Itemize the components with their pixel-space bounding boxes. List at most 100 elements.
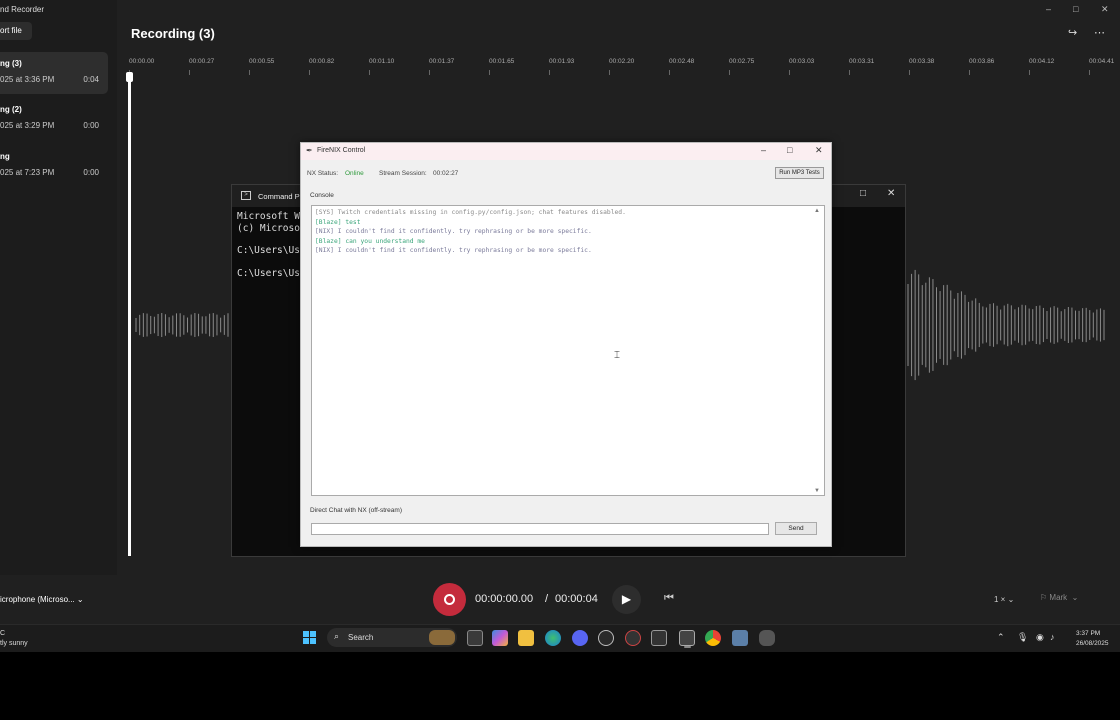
taskbar-date[interactable]: 26/08/2025 [1076,640,1109,647]
timeline-tick-mark [369,70,370,75]
terminal-icon: > [241,191,251,200]
timeline-tick-label: 00:02.75 [729,58,755,65]
copilot-icon[interactable] [492,630,508,646]
nix-minimize-icon[interactable]: – [761,145,766,155]
recording-date: 025 at 3:36 PM [0,75,55,84]
timeline-tick-label: 00:01.93 [549,58,575,65]
timeline-tick-label: 00:03.86 [969,58,995,65]
timeline-tick-mark [789,70,790,75]
nix-close-icon[interactable]: ✕ [815,145,823,156]
skip-to-start-icon[interactable]: ⏮ [664,592,674,605]
playback-speed-select[interactable]: 1 × ⌄ [994,595,1014,604]
timeline-tick-mark [309,70,310,75]
chrome-icon[interactable] [705,630,721,646]
timeline-ruler[interactable]: 00:00.00 00:00.27 00:00.55 00:00.82 00:01.10… [128,56,1118,78]
stream-session-label: Stream Session: [379,170,427,177]
cmd-maximize-icon[interactable]: □ [860,188,866,199]
direct-chat-input[interactable] [311,523,769,535]
cmd-output-line: C:\Users\Use [237,268,306,279]
recording-duration: 0:04 [83,75,99,84]
current-time: 00:00:00.00 [475,593,534,605]
microphone-tray-icon[interactable]: 🎙︎ [1017,632,1028,643]
timeline-tick-label: 00:03.31 [849,58,875,65]
waveform-right [907,269,1105,381]
edge-icon[interactable] [545,630,561,646]
scroll-up-icon[interactable]: ▲ [814,208,820,214]
search-icon: ⌕ [334,631,340,641]
recording-name: ng (3) [0,59,22,68]
playhead-handle[interactable] [126,72,133,82]
close-button[interactable]: ✕ [1101,4,1109,15]
timeline-tick-label: 00:01.37 [429,58,455,65]
waveform-left [135,313,229,337]
taskbar-time[interactable]: 3:37 PM [1076,630,1100,637]
timeline-tick-label: 00:00.55 [249,58,275,65]
share-icon[interactable]: ↪ [1068,26,1077,39]
recording-date: 025 at 3:29 PM [0,121,55,130]
terminal-app-icon[interactable] [651,630,667,646]
desktop: nd Recorder ort file ng (3) 025 at 3:36 … [0,0,1120,720]
nix-maximize-icon[interactable]: □ [787,145,792,155]
recording-list-item[interactable]: ng (3) 025 at 3:36 PM 0:04 [0,52,108,94]
weather-temp[interactable]: C [0,630,5,637]
timeline-tick-mark [969,70,970,75]
recording-title: Recording (3) [131,26,215,41]
recording-list-item[interactable]: ng (2) 025 at 3:29 PM 0:00 [0,98,108,140]
task-view-icon[interactable] [467,630,483,646]
minimize-button[interactable]: – [1046,4,1051,14]
log-line: [NIX] I couldn't find it confidently. tr… [315,228,592,235]
obs-icon[interactable] [625,630,641,646]
record-icon [444,594,455,605]
more-options-icon[interactable]: ⋯ [1094,26,1105,39]
weather-desc[interactable]: tly sunny [0,640,28,647]
timeline-tick-mark [609,70,610,75]
timeline-tick-label: 00:02.48 [669,58,695,65]
timeline-tick-label: 00:02.20 [609,58,635,65]
discord-icon[interactable] [572,630,588,646]
recording-date: 025 at 7:23 PM [0,168,55,177]
volume-icon[interactable]: ♪ [1050,632,1055,642]
playhead[interactable] [128,72,131,556]
timeline-tick-mark [729,70,730,75]
recordings-sidebar: nd Recorder ort file ng (3) 025 at 3:36 … [0,0,117,575]
timeline-tick-label: 00:01.10 [369,58,395,65]
maximize-button[interactable]: □ [1073,4,1078,14]
run-mp3-tests-button[interactable]: Run MP3 Tests [775,167,824,179]
windows-start-icon[interactable] [303,631,317,645]
log-line: [Blaze] test [315,219,361,226]
record-button[interactable] [433,583,466,616]
recording-duration: 0:00 [83,121,99,130]
nix-titlebar: ✒ FireNIX Control – □ ✕ [301,143,831,160]
cmd-close-icon[interactable]: ✕ [887,188,895,199]
microphone-select[interactable]: icrophone (Microso... ⌄ [0,595,84,604]
time-separator: / [545,593,549,605]
timeline-tick-mark [669,70,670,75]
timeline-tick-label: 00:04.41 [1089,58,1115,65]
python-app-icon[interactable] [679,630,695,646]
file-explorer-icon[interactable] [518,630,534,646]
sound-recorder-icon[interactable] [759,630,775,646]
send-button[interactable]: Send [775,522,817,535]
mark-button[interactable]: ⚐ Mark ⌄ [1040,593,1078,602]
chatgpt-icon[interactable] [598,630,614,646]
taskbar-search[interactable]: ⌕ Search [327,628,457,647]
console-log[interactable]: [SYS] Twitch credentials missing in conf… [311,205,825,496]
settings-icon[interactable] [732,630,748,646]
timeline-tick-label: 00:00.82 [309,58,335,65]
timeline-tick-mark [429,70,430,75]
stream-session-value: 00:02:27 [433,170,459,177]
wifi-icon[interactable]: ◉ [1036,632,1044,643]
console-label: Console [310,192,334,199]
timeline-tick-mark [849,70,850,75]
cmd-output-line: (c) Microso [237,223,300,234]
active-app-indicator [684,646,691,648]
timeline-tick-mark [1029,70,1030,75]
import-file-button[interactable]: ort file [0,22,32,40]
recording-list-item[interactable]: ng 025 at 7:23 PM 0:00 [0,145,108,187]
tray-overflow-icon[interactable]: ⌃ [997,632,1005,643]
cmd-title: Command P [258,192,300,201]
timeline-tick-mark [249,70,250,75]
timeline-tick-label: 00:01.65 [489,58,515,65]
play-button[interactable]: ▶ [612,585,641,614]
scroll-down-icon[interactable]: ▼ [814,488,820,494]
